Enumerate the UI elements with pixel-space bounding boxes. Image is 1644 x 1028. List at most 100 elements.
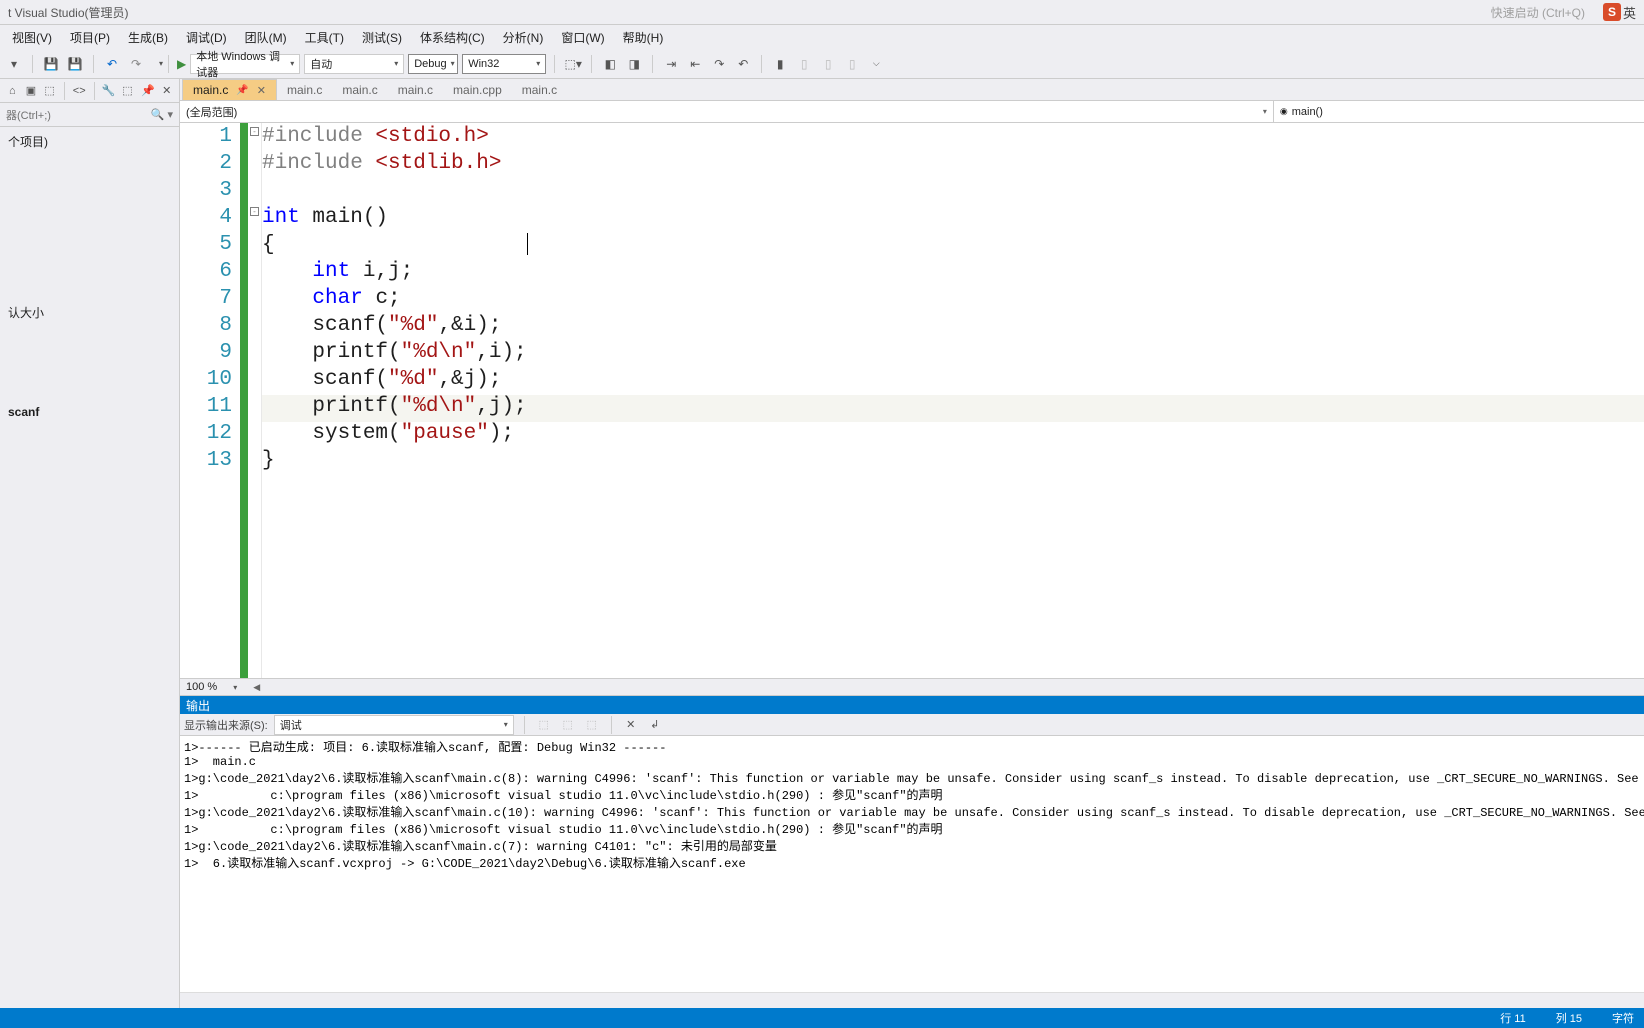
code-line[interactable]: #include <stdio.h>: [262, 125, 1644, 152]
output-panel: 输出 显示输出来源(S): 调试 ⬚ ⬚ ⬚ ✕ ↲ 1>------ 已启动生…: [180, 695, 1644, 1008]
code-line[interactable]: #include <stdlib.h>: [262, 152, 1644, 179]
config-dropdown[interactable]: Debug: [408, 54, 458, 74]
goto-prev-icon[interactable]: ⬚: [559, 716, 577, 734]
mode-dropdown[interactable]: 自动: [304, 54, 404, 74]
menu-item[interactable]: 调试(D): [178, 27, 235, 48]
scope-dropdown[interactable]: (全局范围) ▾: [180, 101, 1274, 122]
output-body[interactable]: 1>------ 已启动生成: 项目: 6.读取标准输入scanf, 配置: D…: [180, 736, 1644, 992]
comment-icon[interactable]: ◧: [600, 54, 620, 74]
code-content[interactable]: #include <stdio.h>#include <stdlib.h> int…: [262, 123, 1644, 678]
close-icon[interactable]: ✕: [257, 84, 266, 97]
indent-in-icon[interactable]: ⇥: [661, 54, 681, 74]
member-dropdown[interactable]: ◉ main(): [1274, 101, 1644, 122]
scroll-left-icon[interactable]: ◀: [253, 682, 260, 693]
code-icon[interactable]: <>: [71, 82, 88, 100]
code-editor[interactable]: 12345678910111213 - - #include <stdio.h>…: [180, 123, 1644, 678]
word-wrap-icon[interactable]: ↲: [646, 716, 664, 734]
menu-item[interactable]: 生成(B): [120, 27, 176, 48]
sidebar-search[interactable]: 器(Ctrl+;) 🔍 ▾: [0, 103, 179, 127]
line-number: 5: [180, 233, 232, 260]
step-over-icon[interactable]: ↷: [709, 54, 729, 74]
menu-item[interactable]: 工具(T): [297, 27, 352, 48]
tree-item-scanf[interactable]: scanf: [4, 403, 175, 421]
menu-item[interactable]: 项目(P): [62, 27, 118, 48]
clear-icon[interactable]: ▯: [842, 54, 862, 74]
tab[interactable]: main.cpp: [443, 79, 512, 100]
menu-item[interactable]: 窗口(W): [553, 27, 612, 48]
undo-icon[interactable]: ↶: [102, 54, 122, 74]
uncomment-icon[interactable]: ◨: [624, 54, 644, 74]
search-placeholder: 器(Ctrl+;): [6, 107, 51, 123]
code-line[interactable]: char c;: [262, 287, 1644, 314]
code-line[interactable]: {: [262, 233, 1644, 260]
ime-indicator[interactable]: S 英: [1603, 3, 1636, 22]
save-all-icon[interactable]: 💾: [65, 54, 85, 74]
code-line[interactable]: printf("%d\n",i);: [262, 341, 1644, 368]
prev-icon[interactable]: ▯: [794, 54, 814, 74]
menu-item[interactable]: 分析(N): [495, 27, 552, 48]
fold-icon[interactable]: -: [250, 127, 259, 136]
tree-root[interactable]: 个项目): [4, 131, 175, 152]
code-line[interactable]: [262, 179, 1644, 206]
redo-icon[interactable]: ↷: [126, 54, 146, 74]
menu-item[interactable]: 团队(M): [237, 27, 295, 48]
tab-label: main.c: [193, 83, 228, 97]
titlebar: t Visual Studio(管理员) 快速启动 (Ctrl+Q) S 英: [0, 0, 1644, 25]
quick-launch[interactable]: 快速启动 (Ctrl+Q): [1491, 4, 1585, 21]
line-number: 9: [180, 341, 232, 368]
code-line[interactable]: system("pause");: [262, 422, 1644, 449]
output-scrollbar[interactable]: [180, 992, 1644, 1008]
tree-item[interactable]: 认大小: [4, 302, 175, 323]
toolbar: ▾ 💾 💾 ↶ ↷ ▶ 本地 Windows 调试器 自动 Debug Win3…: [0, 49, 1644, 79]
output-title[interactable]: 输出: [180, 696, 1644, 714]
step-icon[interactable]: ⬚▾: [563, 54, 583, 74]
search-icon: 🔍 ▾: [151, 108, 173, 121]
step-out-icon[interactable]: ↶: [733, 54, 753, 74]
member-label: main(): [1292, 106, 1323, 118]
tab[interactable]: main.c: [332, 79, 387, 100]
code-line[interactable]: scanf("%d",&i);: [262, 314, 1644, 341]
find-icon[interactable]: ⬚: [535, 716, 553, 734]
tab[interactable]: main.c: [388, 79, 443, 100]
wrench-icon[interactable]: 🔧: [100, 82, 117, 100]
new-window-icon[interactable]: ▾: [4, 54, 24, 74]
next-icon[interactable]: ▯: [818, 54, 838, 74]
code-line[interactable]: }: [262, 449, 1644, 476]
refresh-icon[interactable]: ▣: [23, 82, 40, 100]
menu-item[interactable]: 视图(V): [4, 27, 60, 48]
bookmark-icon[interactable]: ▮: [770, 54, 790, 74]
redo-dropdown[interactable]: [150, 54, 160, 74]
save-icon[interactable]: 💾: [41, 54, 61, 74]
more-icon[interactable]: ⌵: [866, 54, 886, 74]
tab[interactable]: main.c: [277, 79, 332, 100]
outline-bar[interactable]: - -: [248, 123, 262, 678]
fold-icon[interactable]: -: [250, 207, 259, 216]
tab[interactable]: main.c 📌 ✕: [182, 79, 277, 100]
zoom-label[interactable]: 100 %: [186, 681, 217, 693]
code-line[interactable]: scanf("%d",&j);: [262, 368, 1644, 395]
menu-item[interactable]: 体系结构(C): [412, 27, 493, 48]
line-number: 2: [180, 152, 232, 179]
goto-next-icon[interactable]: ⬚: [583, 716, 601, 734]
sogou-icon: S: [1603, 3, 1621, 21]
show-all-icon[interactable]: ⬚: [41, 82, 58, 100]
code-line[interactable]: printf("%d\n",j);: [262, 395, 1644, 422]
pin-icon[interactable]: 📌: [140, 82, 157, 100]
solution-explorer: ⌂ ▣ ⬚ <> 🔧 ⬚ 📌 ✕ 器(Ctrl+;) 🔍 ▾ 个项目) 认大小 …: [0, 79, 180, 1008]
close-panel-icon[interactable]: ✕: [158, 82, 175, 100]
clear-all-icon[interactable]: ✕: [622, 716, 640, 734]
property-icon[interactable]: ⬚: [119, 82, 136, 100]
platform-dropdown[interactable]: Win32: [462, 54, 546, 74]
zoom-dropdown-icon[interactable]: ▾: [225, 677, 245, 697]
pin-icon[interactable]: 📌: [236, 85, 248, 96]
indent-out-icon[interactable]: ⇤: [685, 54, 705, 74]
menu-item[interactable]: 测试(S): [354, 27, 410, 48]
tab[interactable]: main.c: [512, 79, 567, 100]
menu-item[interactable]: 帮助(H): [615, 27, 672, 48]
code-line[interactable]: int main(): [262, 206, 1644, 233]
line-number: 11: [180, 395, 232, 422]
code-line[interactable]: int i,j;: [262, 260, 1644, 287]
output-source-dropdown[interactable]: 调试: [274, 715, 514, 735]
debug-target-dropdown[interactable]: 本地 Windows 调试器: [190, 54, 300, 74]
home-icon[interactable]: ⌂: [4, 82, 21, 100]
